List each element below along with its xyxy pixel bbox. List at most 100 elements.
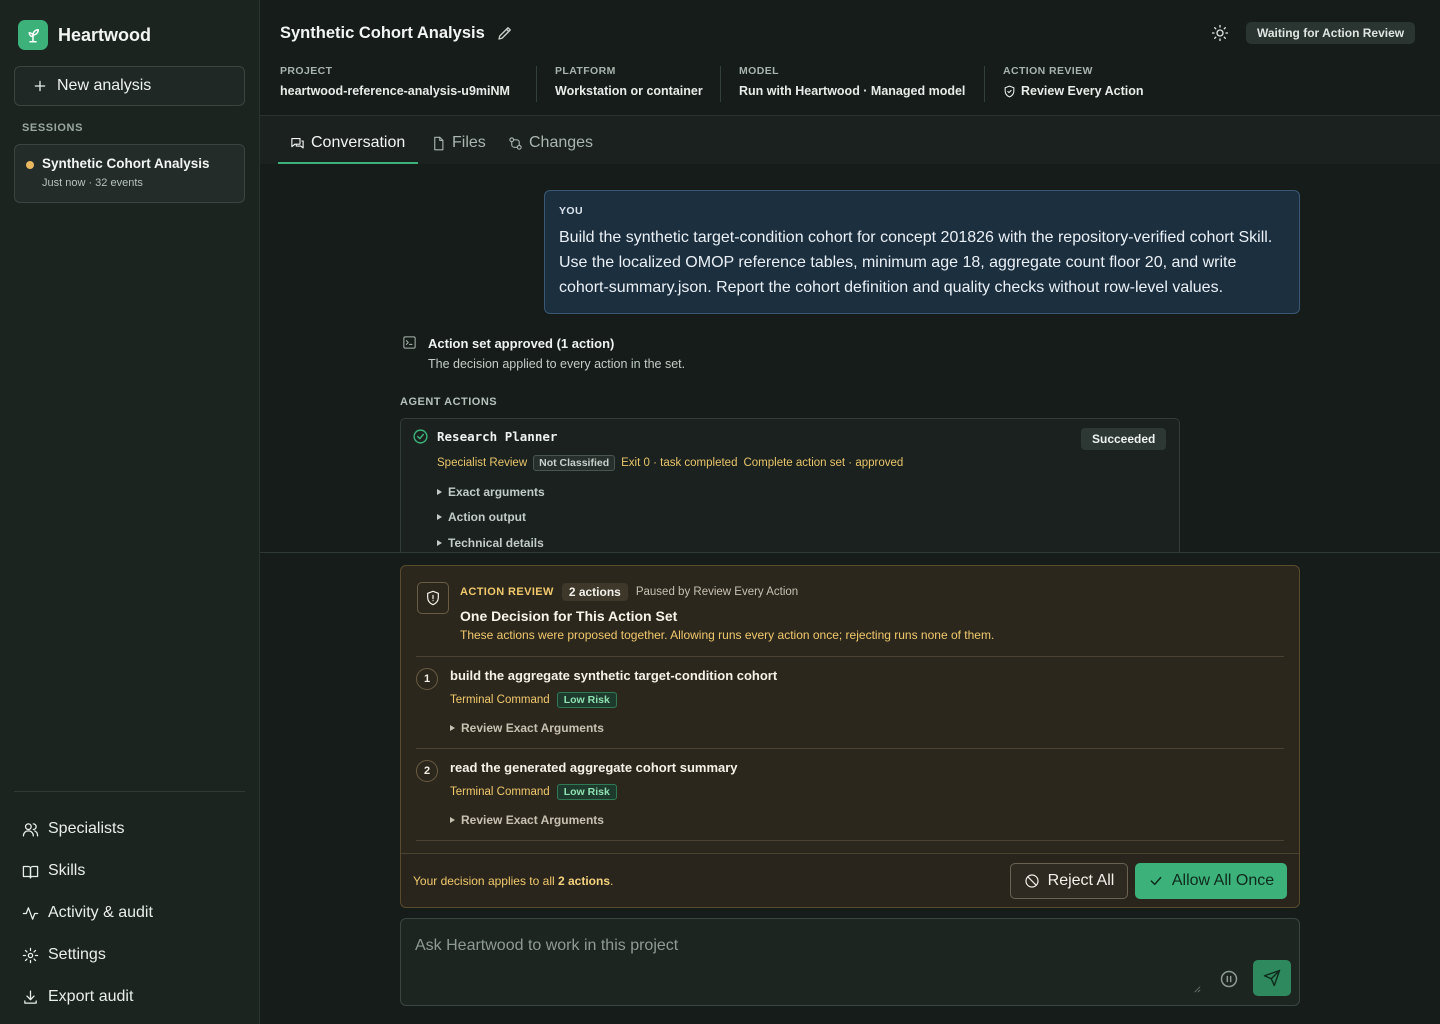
- meta-action-review: ACTION REVIEW Review Every Action: [1003, 65, 1144, 105]
- meta-value-row: Review Every Action: [1003, 84, 1144, 98]
- heartwood-logo-icon: [18, 20, 48, 50]
- sidebar-item-export-audit[interactable]: Export audit: [22, 976, 153, 1018]
- review-arguments-toggle[interactable]: Review Exact Arguments: [450, 813, 604, 827]
- new-analysis-label: New analysis: [57, 77, 152, 94]
- paused-note: Paused by Review Every Action: [635, 586, 799, 598]
- terminal-icon: [403, 336, 416, 349]
- meta-label: PLATFORM: [555, 65, 616, 77]
- action-output-toggle[interactable]: Action output: [437, 510, 526, 524]
- action-meta: Terminal Command Low Risk: [450, 784, 617, 800]
- risk-badge: Low Risk: [556, 692, 617, 708]
- action-number: 2: [416, 760, 438, 782]
- meta-value: Run with Heartwood · Managed model: [739, 84, 966, 98]
- review-title: One Decision for This Action Set: [460, 608, 678, 624]
- sidebar: Heartwood New analysis SESSIONS Syntheti…: [0, 0, 260, 1024]
- reject-all-button[interactable]: Reject All: [1010, 863, 1128, 899]
- decision-note-suffix: .: [610, 874, 614, 888]
- allow-all-once-label: Allow All Once: [1171, 872, 1275, 889]
- action-title: build the aggregate synthetic target-con…: [450, 668, 778, 683]
- divider: [416, 656, 1284, 657]
- new-analysis-button[interactable]: New analysis: [14, 66, 245, 106]
- user-message: YOU Build the synthetic target-condition…: [544, 190, 1300, 314]
- decision-note-prefix: Your decision applies to all: [413, 874, 555, 888]
- meta-divider: [720, 66, 721, 102]
- pause-icon[interactable]: [1219, 969, 1239, 989]
- sidebar-item-label: Export audit: [48, 988, 134, 1005]
- sidebar-item-skills[interactable]: Skills: [22, 850, 153, 892]
- pencil-icon[interactable]: [496, 24, 514, 42]
- review-description: These actions were proposed together. Al…: [460, 628, 995, 642]
- message-composer[interactable]: Ask Heartwood to work in this project: [400, 918, 1300, 1006]
- page-header: Synthetic Cohort Analysis Waiting for Ac…: [260, 0, 1440, 116]
- meta-model: MODEL Run with Heartwood · Managed model: [739, 65, 965, 105]
- sidebar-item-label: Skills: [48, 862, 86, 879]
- tab-conversation[interactable]: Conversation: [290, 134, 405, 152]
- section-divider: [260, 552, 1440, 553]
- decision-note: Your decision applies to all 2 actions.: [413, 874, 613, 888]
- action-review-panel: ACTION REVIEW 2 actions Paused by Review…: [400, 565, 1300, 908]
- sessions-heading: SESSIONS: [22, 122, 84, 134]
- sidebar-item-specialists[interactable]: Specialists: [22, 808, 153, 850]
- action-title: read the generated aggregate cohort summ…: [450, 760, 738, 775]
- meta-label: PROJECT: [280, 65, 333, 77]
- git-compare-icon: [509, 136, 522, 150]
- technical-details-toggle[interactable]: Technical details: [437, 536, 544, 550]
- shield-check-icon: [1004, 85, 1015, 97]
- sidebar-divider: [14, 791, 245, 792]
- sidebar-item-activity-audit[interactable]: Activity & audit: [22, 892, 153, 934]
- review-footer: Your decision applies to all 2 actions. …: [401, 853, 1299, 907]
- tab-changes[interactable]: Changes: [508, 134, 593, 152]
- session-item[interactable]: Synthetic Cohort Analysis Just now · 32 …: [14, 144, 245, 203]
- tab-bar: Conversation Files Changes: [260, 116, 1440, 164]
- meta-platform: PLATFORM Workstation or container: [555, 65, 703, 105]
- sidebar-item-label: Activity & audit: [48, 904, 153, 921]
- composer-input[interactable]: Ask Heartwood to work in this project: [415, 937, 678, 955]
- action-kind: Terminal Command: [450, 694, 550, 706]
- action-count-badge: 2 actions: [561, 583, 628, 601]
- disclosure-label: Exact arguments: [448, 485, 545, 499]
- send-icon: [1263, 969, 1281, 987]
- exit-tag: Exit 0 · task completed: [621, 457, 738, 469]
- chat-icon: [291, 137, 304, 148]
- disclosure-label: Action output: [448, 510, 526, 524]
- meta-label: MODEL: [739, 65, 779, 77]
- meta-value: heartwood-reference-analysis-u9miNM: [280, 84, 510, 98]
- send-button[interactable]: [1253, 960, 1291, 996]
- disclosure-label: Review Exact Arguments: [461, 721, 604, 735]
- caret-right-icon: [450, 817, 455, 823]
- resize-handle-icon[interactable]: [1193, 985, 1201, 993]
- allow-all-once-button[interactable]: Allow All Once: [1135, 863, 1287, 899]
- caret-right-icon: [437, 514, 442, 520]
- meta-divider: [536, 66, 537, 102]
- active-tab-indicator: [278, 162, 418, 164]
- agent-name: Research Planner: [437, 429, 558, 444]
- action-set-tag: Complete action set · approved: [743, 457, 904, 469]
- check-icon: [1150, 876, 1162, 886]
- approved-title: Action set approved (1 action): [428, 336, 615, 351]
- brand[interactable]: Heartwood: [18, 20, 151, 50]
- tab-files[interactable]: Files: [431, 134, 486, 152]
- reject-all-label: Reject All: [1047, 872, 1115, 889]
- review-arguments-toggle[interactable]: Review Exact Arguments: [450, 721, 604, 735]
- approved-subtitle: The decision applied to every action in …: [428, 357, 686, 371]
- message-text: Build the synthetic target-condition coh…: [559, 229, 1273, 296]
- shield-icon-box: [417, 582, 449, 614]
- disclosure-label: Technical details: [448, 536, 544, 550]
- session-title: Synthetic Cohort Analysis: [42, 156, 210, 171]
- sidebar-item-settings[interactable]: Settings: [22, 934, 153, 976]
- tab-label: Changes: [529, 134, 594, 151]
- activity-icon: [22, 906, 39, 920]
- download-icon: [24, 989, 37, 1004]
- risk-badge: Low Risk: [556, 784, 617, 800]
- theme-toggle-sun-icon[interactable]: [1211, 24, 1229, 42]
- meta-divider: [984, 66, 985, 102]
- meta-value: Workstation or container: [555, 84, 703, 98]
- status-badge: Succeeded: [1081, 428, 1167, 450]
- book-icon: [22, 865, 39, 879]
- exact-arguments-toggle[interactable]: Exact arguments: [437, 485, 545, 499]
- action-number: 1: [416, 668, 438, 690]
- caret-right-icon: [450, 725, 455, 731]
- status-badge: Waiting for Action Review: [1246, 22, 1416, 44]
- decision-note-count: 2 actions: [558, 874, 611, 888]
- meta-label: ACTION REVIEW: [1003, 65, 1093, 77]
